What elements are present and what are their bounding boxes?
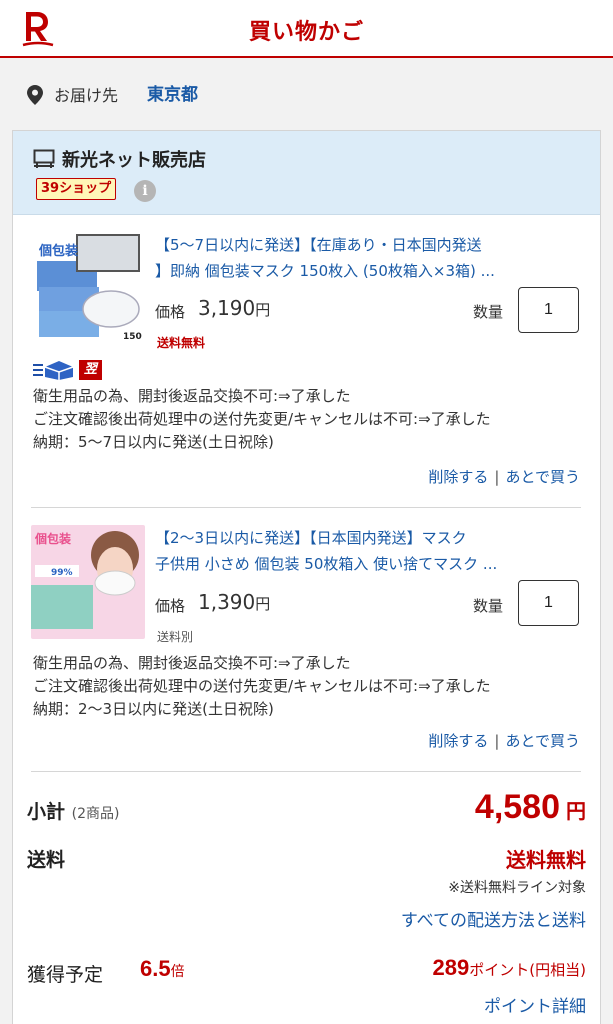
next-day-tag: 翌日配達 — [79, 360, 103, 437]
divider — [31, 507, 581, 508]
product-thumbnail[interactable]: 個包装 99% — [31, 525, 145, 639]
thumb-text-1: 個包装 — [38, 243, 78, 259]
product-thumbnail[interactable]: 個包装 150 — [31, 231, 145, 345]
subtotal-value: 4,580 円 — [474, 788, 586, 826]
shipping-free-label: 送料無料 — [157, 336, 206, 350]
thumb-text-2: 150 — [123, 332, 142, 342]
shop-header: 新光ネット販売店 39ショップ i — [13, 131, 600, 215]
shipping-extra-label: 送料別 — [157, 630, 194, 644]
page-title: 買い物かご — [248, 20, 364, 45]
quantity-label: 数量 — [473, 597, 504, 615]
price-label: 価格 — [155, 597, 186, 615]
quantity-input[interactable]: 1 — [518, 580, 579, 626]
product-title-link[interactable]: 【5〜7日以内に発送】【在庫あり・日本国内発送 】即納 個包装マスク 150枚入… — [155, 232, 565, 284]
thumb-text-1: 個包装 — [34, 531, 71, 546]
thumb-text-2: 99% — [51, 568, 73, 578]
shipping-value: 送料無料 — [506, 848, 586, 872]
save-for-later-button[interactable]: あとで買う — [505, 468, 580, 486]
divider — [31, 771, 581, 772]
subtotal-label: 小計 (2商品) — [27, 801, 120, 823]
delivery-label: お届け先 — [54, 86, 119, 105]
price-value: 3,190円 — [198, 296, 271, 320]
quantity-input[interactable]: 1 — [518, 287, 579, 333]
app-header: 買い物かご — [0, 0, 613, 58]
points-value: 289ポイント(円相当) — [432, 955, 586, 980]
delete-button[interactable]: 削除する — [428, 468, 488, 486]
info-icon[interactable]: i — [134, 180, 156, 202]
product-title-link[interactable]: 【2〜3日以内に発送】【日本国内発送】マスク 子供用 小さめ 個包装 50枚箱入… — [155, 525, 565, 577]
delete-button[interactable]: 削除する — [428, 732, 488, 750]
item-actions: 削除する | あとで買う — [428, 468, 580, 486]
39-shop-badge: 39ショップ — [36, 178, 117, 200]
points-rate: 6.5倍 — [140, 956, 185, 981]
delivery-truck-icon — [33, 361, 74, 380]
shop-name-link[interactable]: 新光ネット販売店 — [62, 146, 206, 172]
shipping-note: ※送料無料ライン対象 — [448, 880, 586, 896]
delivery-destination-link[interactable]: 東京都 — [147, 80, 198, 105]
next-day-delivery-badge: 翌日配達 — [31, 360, 103, 437]
item-actions: 削除する | あとで買う — [428, 732, 580, 750]
shop-icon — [33, 149, 55, 168]
quantity-label: 数量 — [473, 303, 504, 321]
shipping-methods-link[interactable]: すべての配送方法と送料 — [401, 906, 586, 931]
price-value: 1,390円 — [198, 590, 271, 614]
shop-cart-card: 新光ネット販売店 39ショップ i 個包装 150 【5〜7日以内に発送】【在庫… — [12, 130, 601, 1024]
save-for-later-button[interactable]: あとで買う — [505, 732, 580, 750]
item-notes: 衛生用品の為、開封後返品交換不可:⇒了承した ご注文確認後出荷処理中の送付先変更… — [33, 387, 491, 451]
price-label: 価格 — [155, 303, 186, 321]
points-label: 獲得予定 — [27, 964, 104, 986]
shipping-label: 送料 — [27, 849, 66, 871]
item-notes: 衛生用品の為、開封後返品交換不可:⇒了承した ご注文確認後出荷処理中の送付先変更… — [33, 654, 491, 718]
location-pin-icon — [27, 85, 43, 105]
points-detail-link[interactable]: ポイント詳細 — [484, 992, 586, 1017]
